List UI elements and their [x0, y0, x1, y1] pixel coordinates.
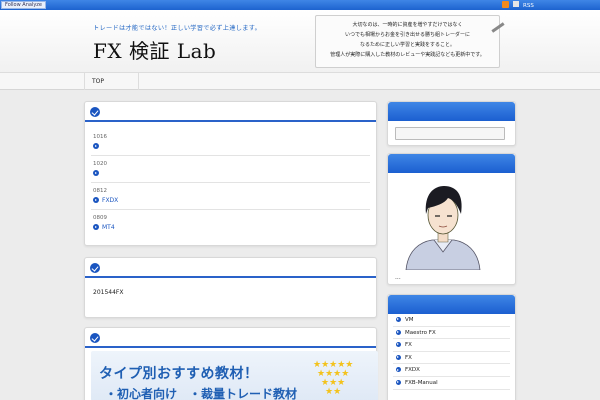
post-link[interactable]: FXDX [93, 197, 118, 205]
post-date: 1016 [93, 134, 107, 140]
header-notepad: 大切なのは、一時的に資産を増やすだけではなく いつでも相場からお金を引き出せる勝… [315, 15, 505, 68]
arrow-bullet-icon [93, 224, 99, 230]
category-item[interactable]: Maestro FX [393, 327, 510, 340]
recent-posts-box: 1016 1020 0812 FXDX 0809 MT4 [84, 101, 377, 246]
note-line: なるために正しい学習と実践をすること。 [359, 42, 455, 48]
arrow-bullet-icon [93, 170, 99, 176]
category-label: Maestro FX [405, 329, 436, 336]
category-item[interactable]: VM [393, 314, 510, 327]
feed-icon [513, 1, 519, 7]
post-item: 0812 FXDX [91, 183, 370, 210]
arrow-bullet-icon [396, 367, 401, 373]
rss-label: RSS [523, 3, 534, 9]
widget-header [388, 295, 515, 314]
site-title[interactable]: FX 検証 Lab [93, 35, 216, 64]
category-label: FXB-Manual [405, 379, 438, 386]
profile-widget: ... [387, 153, 516, 285]
post-link[interactable]: MT4 [93, 224, 115, 232]
widget-header [388, 154, 515, 173]
top-bar: Follow Analyze RSS [0, 0, 600, 10]
rss-link[interactable]: RSS [502, 1, 534, 9]
post-date: 1020 [93, 161, 107, 167]
category-widget: VM Maestro FX FX FX FXDX FXB-Manual [387, 294, 516, 400]
post-item: 0809 MT4 [91, 210, 370, 237]
post-link[interactable] [93, 170, 102, 178]
recommend-banner[interactable]: タイプ別おすすめ教材！ ・初心者向け ・裁量トレード教材 ★★★★★ ★★★★ … [91, 351, 378, 400]
category-item[interactable]: FXDX [393, 364, 510, 377]
notice-text: 201544FX [93, 289, 124, 296]
profile-caption: ... [395, 274, 401, 281]
post-title: MT4 [102, 224, 115, 231]
post-date: 0812 [93, 188, 107, 194]
note-line: 管理人が実際に購入した教材のレビューや実践記なども更新中です。 [330, 52, 485, 58]
arrow-bullet-icon [396, 329, 401, 335]
search-widget [387, 101, 516, 146]
box-header [85, 102, 376, 122]
search-input[interactable] [395, 127, 505, 140]
notice-box: 201544FX [84, 257, 377, 318]
widget-header [388, 102, 515, 121]
post-item: 1020 [91, 156, 370, 183]
category-item[interactable]: FXB-Manual [393, 377, 510, 390]
note-line: いつでも相場からお金を引き出せる勝ち組トレーダーに [344, 32, 470, 38]
rss-icon [502, 1, 509, 8]
arrow-bullet-icon [396, 354, 401, 360]
post-date: 0809 [93, 215, 107, 221]
box-header [85, 328, 376, 348]
check-circle-icon [90, 107, 100, 117]
banner-title: タイプ別おすすめ教材！ [99, 366, 259, 382]
arrow-bullet-icon [93, 143, 99, 149]
category-label: VM [405, 317, 414, 323]
pen-icon [491, 22, 505, 33]
post-item: 1016 [91, 129, 370, 156]
category-label: FX [405, 354, 412, 361]
category-item[interactable]: FX [393, 352, 510, 365]
nav-top-link[interactable]: TOP [84, 73, 139, 90]
box-header [85, 258, 376, 278]
featured-banner-box: タイプ別おすすめ教材！ ・初心者向け ・裁量トレード教材 ★★★★★ ★★★★ … [84, 327, 378, 400]
banner-subtitle: ・初心者向け ・裁量トレード教材 [105, 387, 298, 400]
arrow-bullet-icon [93, 197, 99, 203]
category-label: FXDX [405, 367, 420, 374]
follow-analyze-button[interactable]: Follow Analyze [1, 1, 46, 9]
category-item[interactable]: FX [393, 339, 510, 352]
post-link[interactable] [93, 143, 102, 151]
category-label: FX [405, 342, 412, 349]
main-nav: TOP [0, 72, 600, 90]
star-icon: ★★ [325, 387, 342, 397]
site-header: トレードは才能ではない！正しい学習で必ず上達します。 FX 検証 Lab 大切な… [0, 10, 600, 72]
profile-avatar [398, 180, 488, 270]
arrow-bullet-icon [396, 379, 401, 385]
arrow-bullet-icon [396, 317, 401, 322]
check-circle-icon [90, 263, 100, 273]
note-line: 大切なのは、一時的に資産を増やすだけではなく [352, 22, 463, 28]
arrow-bullet-icon [396, 342, 401, 348]
post-title: FXDX [102, 197, 119, 204]
site-tagline: トレードは才能ではない！正しい学習で必ず上達します。 [93, 25, 262, 32]
check-circle-icon [90, 333, 100, 343]
